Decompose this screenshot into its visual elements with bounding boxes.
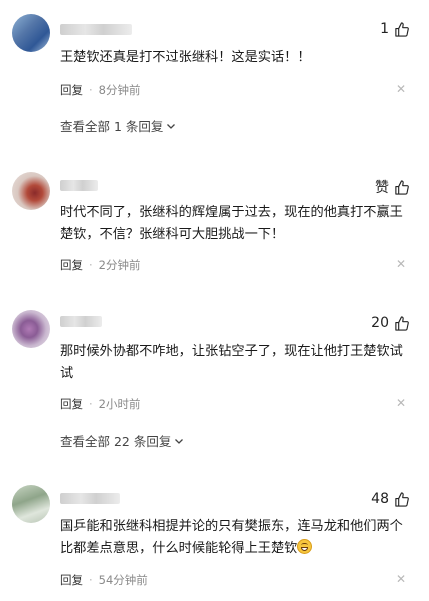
avatar[interactable] bbox=[12, 310, 50, 348]
comment-text: 时代不同了，张继科的辉煌属于过去，现在的他真打不赢王楚钦，不信？张继科可大胆挑战… bbox=[60, 205, 403, 242]
reply-button[interactable]: 回复 bbox=[60, 82, 83, 98]
avatar[interactable] bbox=[12, 485, 50, 523]
username-redacted[interactable] bbox=[60, 493, 120, 504]
like-button[interactable]: 赞 bbox=[375, 177, 409, 197]
chevron-down-icon bbox=[175, 438, 184, 444]
comment-text: 国乒能和张继科相提并论的只有樊振东，连马龙和他们两个比都差点意思，什么时候能轮得… bbox=[60, 516, 411, 560]
separator-dot: · bbox=[89, 83, 93, 97]
like-count: 48 bbox=[371, 491, 389, 507]
comment-text: 王楚钦还真是打不过张继科！这是实话！！ bbox=[60, 50, 311, 65]
comment-text-content: 国乒能和张继科相提并论的只有樊振东，连马龙和他们两个比都差点意思，什么时候能轮得… bbox=[60, 519, 403, 556]
timestamp: 54分钟前 bbox=[98, 573, 148, 587]
username-redacted[interactable] bbox=[60, 24, 132, 35]
chevron-down-icon bbox=[167, 123, 176, 129]
comment-meta: 回复 · 2分钟前 bbox=[60, 257, 140, 273]
view-all-replies-button[interactable]: 查看全部 22 条回复 bbox=[60, 431, 184, 450]
close-icon[interactable]: ✕ bbox=[396, 82, 406, 96]
avatar[interactable] bbox=[12, 172, 50, 210]
separator-dot: · bbox=[89, 573, 93, 587]
close-icon[interactable]: ✕ bbox=[396, 572, 406, 586]
thumbs-up-icon bbox=[395, 179, 409, 195]
username-redacted[interactable] bbox=[60, 316, 102, 327]
thumbs-up-icon bbox=[395, 491, 409, 507]
avatar[interactable] bbox=[12, 14, 50, 52]
username-redacted[interactable] bbox=[60, 180, 98, 191]
view-all-label: 查看全部 22 条回复 bbox=[60, 434, 172, 449]
like-button[interactable]: 1 bbox=[380, 21, 409, 37]
timestamp: 2分钟前 bbox=[98, 258, 141, 272]
separator-dot: · bbox=[89, 258, 93, 272]
reply-button[interactable]: 回复 bbox=[60, 572, 83, 588]
timestamp: 8分钟前 bbox=[98, 83, 141, 97]
like-count: 1 bbox=[380, 21, 389, 37]
comment-meta: 回复 · 8分钟前 bbox=[60, 82, 140, 98]
like-label: 赞 bbox=[375, 180, 389, 196]
comment-text: 那时候外协都不咋地，让张钻空子了，现在让他打王楚钦试试 bbox=[60, 344, 403, 381]
like-button[interactable]: 48 bbox=[371, 491, 409, 507]
reply-button[interactable]: 回复 bbox=[60, 257, 83, 273]
timestamp: 2小时前 bbox=[98, 397, 141, 411]
view-all-replies-button[interactable]: 查看全部 1 条回复 bbox=[60, 116, 176, 135]
grin-emoji-icon bbox=[297, 539, 313, 554]
close-icon[interactable]: ✕ bbox=[396, 257, 406, 271]
comment-meta: 回复 · 2小时前 bbox=[60, 396, 140, 412]
like-count: 20 bbox=[371, 315, 389, 331]
close-icon[interactable]: ✕ bbox=[396, 396, 406, 410]
like-button[interactable]: 20 bbox=[371, 315, 409, 331]
comment-meta: 回复 · 54分钟前 bbox=[60, 572, 148, 588]
thumbs-up-icon bbox=[395, 21, 409, 37]
view-all-label: 查看全部 1 条回复 bbox=[60, 119, 164, 134]
reply-button[interactable]: 回复 bbox=[60, 396, 83, 412]
thumbs-up-icon bbox=[395, 315, 409, 331]
separator-dot: · bbox=[89, 397, 93, 411]
